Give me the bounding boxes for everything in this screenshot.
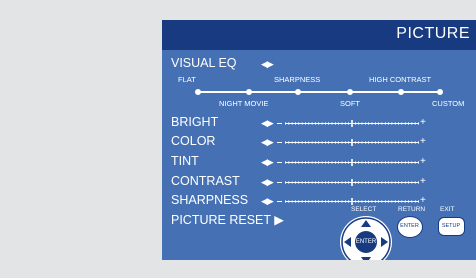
minus-icon [277, 201, 282, 202]
exit-hint-label: EXIT [440, 206, 455, 213]
plus-icon: + [420, 136, 426, 147]
slider-arrows-icon[interactable]: ◀▶ [261, 118, 274, 129]
eq-mode-night-movie[interactable]: NIGHT MOVIE [219, 99, 268, 108]
plus-icon: + [420, 117, 426, 128]
picture-menu-panel: PICTURE VISUAL EQ ◀▶ FLAT SHARPNESS HIGH… [162, 20, 476, 260]
slider-track-contrast[interactable] [285, 179, 419, 186]
minus-icon [277, 142, 282, 143]
setup-button[interactable]: SETUP [438, 217, 465, 236]
eq-mode-flat[interactable]: FLAT [178, 75, 196, 84]
return-button[interactable]: ENTER [397, 216, 423, 238]
visual-eq-label[interactable]: VISUAL EQ [171, 56, 237, 70]
slider-track-sharpness[interactable] [285, 198, 419, 205]
slider-label-bright: BRIGHT [171, 115, 219, 129]
minus-icon [277, 182, 282, 183]
slider-label-contrast: CONTRAST [171, 174, 240, 188]
plus-icon: + [420, 156, 426, 167]
eq-dot-sharpness[interactable] [295, 89, 301, 95]
eq-mode-custom[interactable]: CUSTOM [432, 99, 464, 108]
eq-dot-high-contrast[interactable] [398, 89, 404, 95]
enter-button-label[interactable]: ENTER [354, 239, 378, 245]
select-hint-label: SELECT [351, 206, 377, 213]
eq-dot-custom[interactable] [437, 89, 443, 95]
setup-button-label: SETUP [441, 223, 461, 229]
menu-header: PICTURE [162, 20, 476, 50]
slider-arrows-icon[interactable]: ◀▶ [261, 196, 274, 207]
slider-label-sharpness: SHARPNESS [171, 193, 249, 207]
slider-arrows-icon[interactable]: ◀▶ [261, 137, 274, 148]
slider-arrows-icon[interactable]: ◀▶ [261, 177, 274, 188]
eq-mode-track [198, 91, 442, 93]
eq-dot-flat[interactable] [195, 89, 201, 95]
eq-dot-soft[interactable] [347, 89, 353, 95]
eq-mode-high-contrast[interactable]: HIGH CONTRAST [369, 75, 431, 84]
slider-label-color: COLOR [171, 134, 216, 148]
visual-eq-arrows-icon[interactable]: ◀▶ [261, 59, 274, 70]
slider-track-color[interactable] [285, 139, 419, 146]
return-button-label: ENTER [400, 223, 419, 229]
slider-track-bright[interactable] [285, 120, 419, 127]
slider-label-tint: TINT [171, 154, 199, 168]
return-hint-label: RETURN [398, 206, 426, 213]
eq-dot-night-movie[interactable] [246, 89, 252, 95]
eq-mode-soft[interactable]: SOFT [340, 99, 360, 108]
menu-title: PICTURE [396, 25, 470, 42]
picture-reset-item[interactable]: PICTURE RESET ▶ [171, 212, 284, 227]
eq-mode-sharpness[interactable]: SHARPNESS [274, 75, 320, 84]
minus-icon [277, 162, 282, 163]
slider-track-tint[interactable] [285, 159, 419, 166]
minus-icon [277, 123, 282, 124]
plus-icon: + [420, 195, 426, 206]
slider-arrows-icon[interactable]: ◀▶ [261, 157, 274, 168]
select-dpad-icon[interactable] [338, 214, 394, 260]
plus-icon: + [420, 176, 426, 187]
